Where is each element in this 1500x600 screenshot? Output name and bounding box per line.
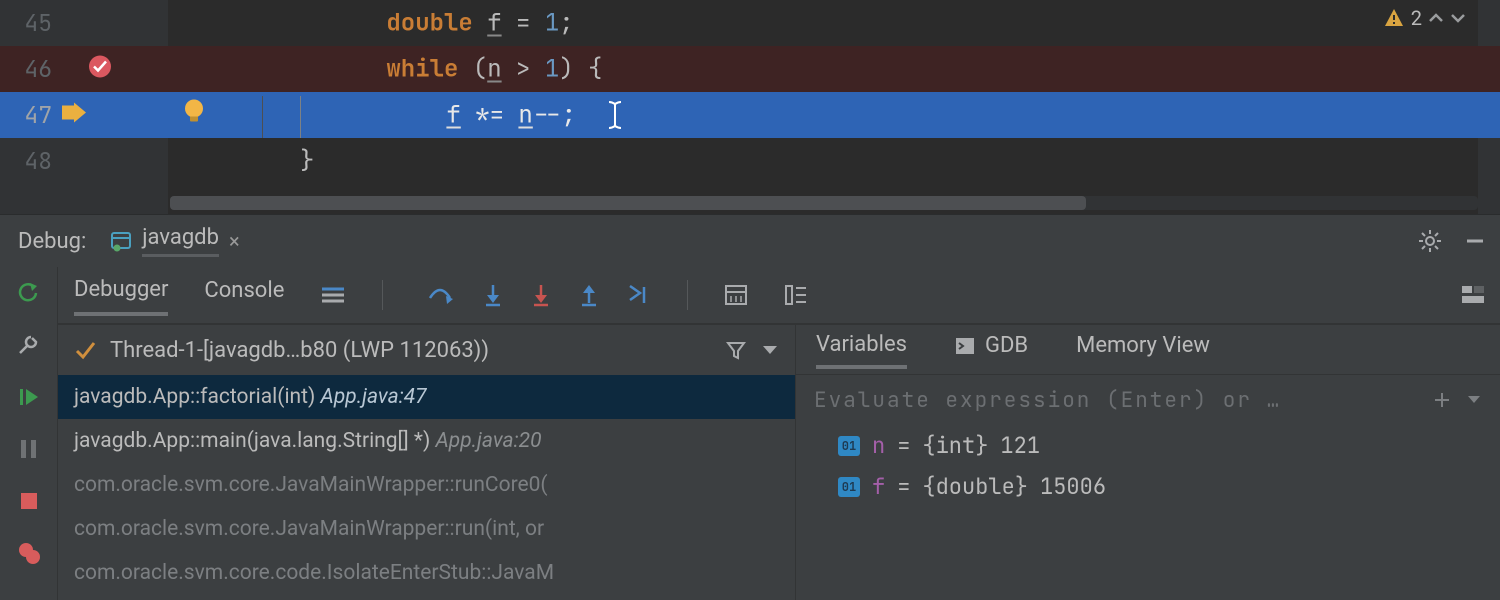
stack-frame[interactable]: com.oracle.svm.core.JavaMainWrapper::run… xyxy=(58,463,795,507)
frame-location: App.java:47 xyxy=(321,385,427,409)
variables-panel: Variables GDB Memory View Evaluate expre… xyxy=(796,325,1500,600)
view-breakpoints-icon[interactable] xyxy=(15,539,43,567)
frames-list[interactable]: javagdb.App::factorial(int) App.java:47 … xyxy=(58,375,795,600)
threads-icon[interactable] xyxy=(320,285,346,305)
type-chip-icon: 01 xyxy=(838,436,860,456)
code-line[interactable]: 45 double f = 1; xyxy=(0,0,1500,46)
execution-pointer-icon xyxy=(54,103,94,128)
identifier: f xyxy=(446,100,460,131)
thread-selector[interactable]: Thread-1-[javagdb…b80 (LWP 112063)) xyxy=(58,325,795,375)
stack-frame[interactable]: javagdb.App::factorial(int) App.java:47 xyxy=(58,375,795,419)
intention-bulb-icon[interactable] xyxy=(174,99,214,132)
punct: --; xyxy=(533,100,576,131)
pause-icon[interactable] xyxy=(15,435,43,463)
console-tab[interactable]: Console xyxy=(204,278,284,313)
line-number: 45 xyxy=(0,8,52,38)
variable-name: f xyxy=(872,472,885,501)
tab-label: GDB xyxy=(985,333,1028,358)
separator xyxy=(382,280,383,310)
wrench-icon[interactable] xyxy=(15,331,43,359)
layout-settings-icon[interactable] xyxy=(1460,284,1486,306)
variables-tabs: Variables GDB Memory View xyxy=(796,325,1500,375)
debug-inner-tabs: Debugger Console xyxy=(58,267,1500,325)
memory-view-tab[interactable]: Memory View xyxy=(1076,333,1210,366)
close-icon[interactable]: × xyxy=(229,229,240,253)
code-line-current[interactable]: 47 f *= n--; xyxy=(0,92,1500,138)
punct: *= xyxy=(461,100,519,131)
placeholder-text: Evaluate expression (Enter) or … xyxy=(814,387,1281,414)
step-into-icon[interactable] xyxy=(483,283,503,307)
dropdown-icon[interactable] xyxy=(1466,394,1482,406)
indent-guide xyxy=(262,96,263,138)
line-number: 46 xyxy=(0,54,52,84)
code-line[interactable]: 46 while (n > 1) { xyxy=(0,46,1500,92)
stack-frame[interactable]: com.oracle.svm.core.code.IsolateEnterStu… xyxy=(58,551,795,595)
minimize-icon[interactable] xyxy=(1464,230,1486,252)
identifier: n xyxy=(518,100,532,131)
dropdown-icon[interactable] xyxy=(761,343,779,357)
application-icon xyxy=(110,230,132,252)
evaluate-expression-icon[interactable] xyxy=(724,284,748,306)
scrollbar-thumb[interactable] xyxy=(170,196,1086,210)
stack-frame[interactable]: javagdb.App::main(java.lang.String[] *) … xyxy=(58,419,795,463)
horizontal-scrollbar[interactable] xyxy=(170,196,1478,210)
line-number: 48 xyxy=(0,146,52,176)
step-out-icon[interactable] xyxy=(579,283,599,307)
frame-signature: javagdb.App::main(java.lang.String[] *) xyxy=(74,429,435,453)
resume-icon[interactable] xyxy=(15,383,43,411)
debug-tool-window: Debug: javagdb × De xyxy=(0,214,1500,600)
checkmark-icon xyxy=(74,339,96,361)
code-line[interactable]: 48 } xyxy=(0,138,1500,184)
variable-type: {int} xyxy=(922,431,988,460)
line-number: 47 xyxy=(0,100,52,130)
variable-row[interactable]: 01 n = {int} 121 xyxy=(796,425,1500,466)
terminal-icon xyxy=(955,337,975,355)
run-config-tab[interactable]: javagdb × xyxy=(110,225,239,257)
gdb-tab[interactable]: GDB xyxy=(955,333,1028,366)
debug-header: Debug: javagdb × xyxy=(0,215,1500,267)
evaluate-expression-input[interactable]: Evaluate expression (Enter) or … xyxy=(796,375,1500,425)
filter-icon[interactable] xyxy=(725,339,747,361)
breakpoint-verified-icon[interactable] xyxy=(60,54,140,85)
frame-location: App.java:20 xyxy=(435,429,541,453)
run-to-cursor-icon[interactable] xyxy=(627,283,651,307)
code-editor[interactable]: 2 45 double f = 1; 46 while (n > 1) { 47 xyxy=(0,0,1500,214)
frame-signature: com.oracle.svm.core.JavaMainWrapper::run… xyxy=(74,473,548,497)
frame-signature: com.oracle.svm.core.JavaMainWrapper::run… xyxy=(74,517,544,541)
add-watch-icon[interactable] xyxy=(1432,390,1452,410)
trace-current-icon[interactable] xyxy=(784,284,808,306)
equals: = xyxy=(897,472,910,501)
debug-left-rail xyxy=(0,267,58,600)
rerun-icon[interactable] xyxy=(15,279,43,307)
variable-type: {double} xyxy=(922,472,1028,501)
variable-row[interactable]: 01 f = {double} 15006 xyxy=(796,466,1500,507)
step-over-icon[interactable] xyxy=(427,284,455,306)
text-cursor-icon xyxy=(608,100,622,130)
frame-signature: com.oracle.svm.core.code.IsolateEnterStu… xyxy=(74,561,554,585)
thread-label: Thread-1-[javagdb…b80 (LWP 112063)) xyxy=(110,338,711,363)
stop-icon[interactable] xyxy=(15,487,43,515)
separator xyxy=(687,280,688,310)
variable-value: 121 xyxy=(1000,431,1040,460)
variables-tab[interactable]: Variables xyxy=(816,332,907,369)
variable-name: n xyxy=(872,431,885,460)
variable-value: 15006 xyxy=(1040,472,1106,501)
punct: } xyxy=(300,146,314,177)
equals: = xyxy=(897,431,910,460)
force-step-into-icon[interactable] xyxy=(531,283,551,307)
debug-title: Debug: xyxy=(18,229,86,254)
gear-icon[interactable] xyxy=(1418,229,1442,253)
run-config-label: javagdb xyxy=(142,225,219,257)
stack-frame[interactable]: com.oracle.svm.core.JavaMainWrapper::run… xyxy=(58,507,795,551)
indent-guide xyxy=(300,96,301,138)
debugger-tab[interactable]: Debugger xyxy=(74,277,168,316)
frame-signature: javagdb.App::factorial(int) xyxy=(74,385,321,409)
type-chip-icon: 01 xyxy=(838,477,860,497)
frames-panel: Thread-1-[javagdb…b80 (LWP 112063)) java… xyxy=(58,325,796,600)
